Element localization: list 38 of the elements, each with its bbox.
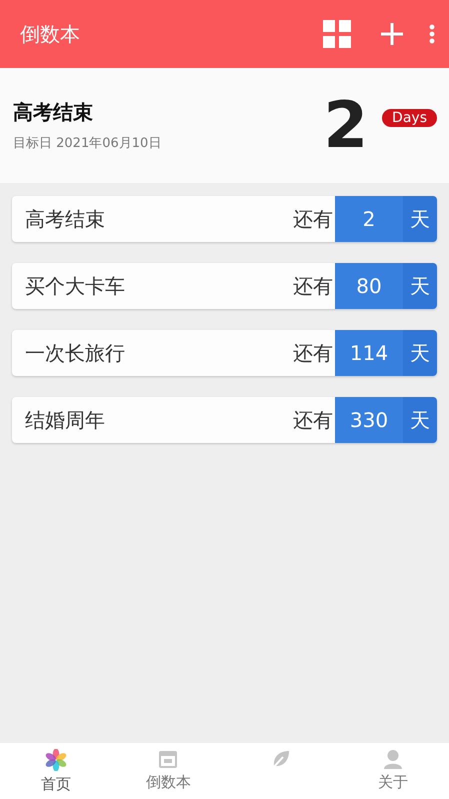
event-name: 结婚周年 (24, 406, 106, 434)
event-row[interactable]: 高考结束 还有 2 天 (12, 196, 437, 242)
day-unit: 天 (403, 330, 437, 376)
event-name: 高考结束 (24, 206, 106, 232)
days-label: Days (382, 108, 437, 126)
days-remaining: 330 (335, 397, 403, 443)
event-title: 高考结束 (13, 99, 94, 126)
remaining-label: 还有 (293, 206, 333, 232)
more-button[interactable] (429, 24, 435, 44)
more-icon (429, 24, 435, 44)
day-unit: 天 (403, 196, 437, 242)
days-count: 2 (324, 94, 368, 158)
grid-icon (323, 20, 351, 48)
days-remaining: 2 (335, 196, 403, 242)
nav-tab[interactable]: 关于 (336, 743, 449, 799)
target-date: 目标日 2021年06月10日 (13, 135, 162, 152)
event-name: 一次长旅行 (24, 340, 126, 366)
remaining-label: 还有 (293, 272, 333, 300)
nav-tab[interactable]: 倒数本 (112, 743, 224, 799)
event-row[interactable]: 结婚周年 还有 330 天 (12, 397, 437, 443)
event-row[interactable]: 一次长旅行 还有 114 天 (12, 330, 437, 376)
grid-view-button[interactable] (323, 20, 351, 48)
add-button[interactable] (381, 23, 403, 45)
flower-icon (45, 749, 68, 771)
nav-tab[interactable]: 首页 (0, 743, 112, 799)
app-title: 倒数本 (20, 20, 81, 48)
days-remaining: 114 (335, 330, 403, 376)
remaining-label: 还有 (293, 340, 333, 366)
leaf-icon (270, 749, 291, 769)
calendar-icon (158, 749, 178, 769)
day-unit: 天 (403, 397, 437, 443)
event-row[interactable]: 买个大卡车 还有 80 天 (12, 263, 437, 309)
days-remaining: 80 (335, 263, 403, 309)
person-icon (382, 749, 403, 769)
day-unit: 天 (403, 263, 437, 309)
event-name: 买个大卡车 (24, 272, 126, 300)
remaining-label: 还有 (293, 406, 333, 434)
plus-icon (381, 23, 403, 45)
